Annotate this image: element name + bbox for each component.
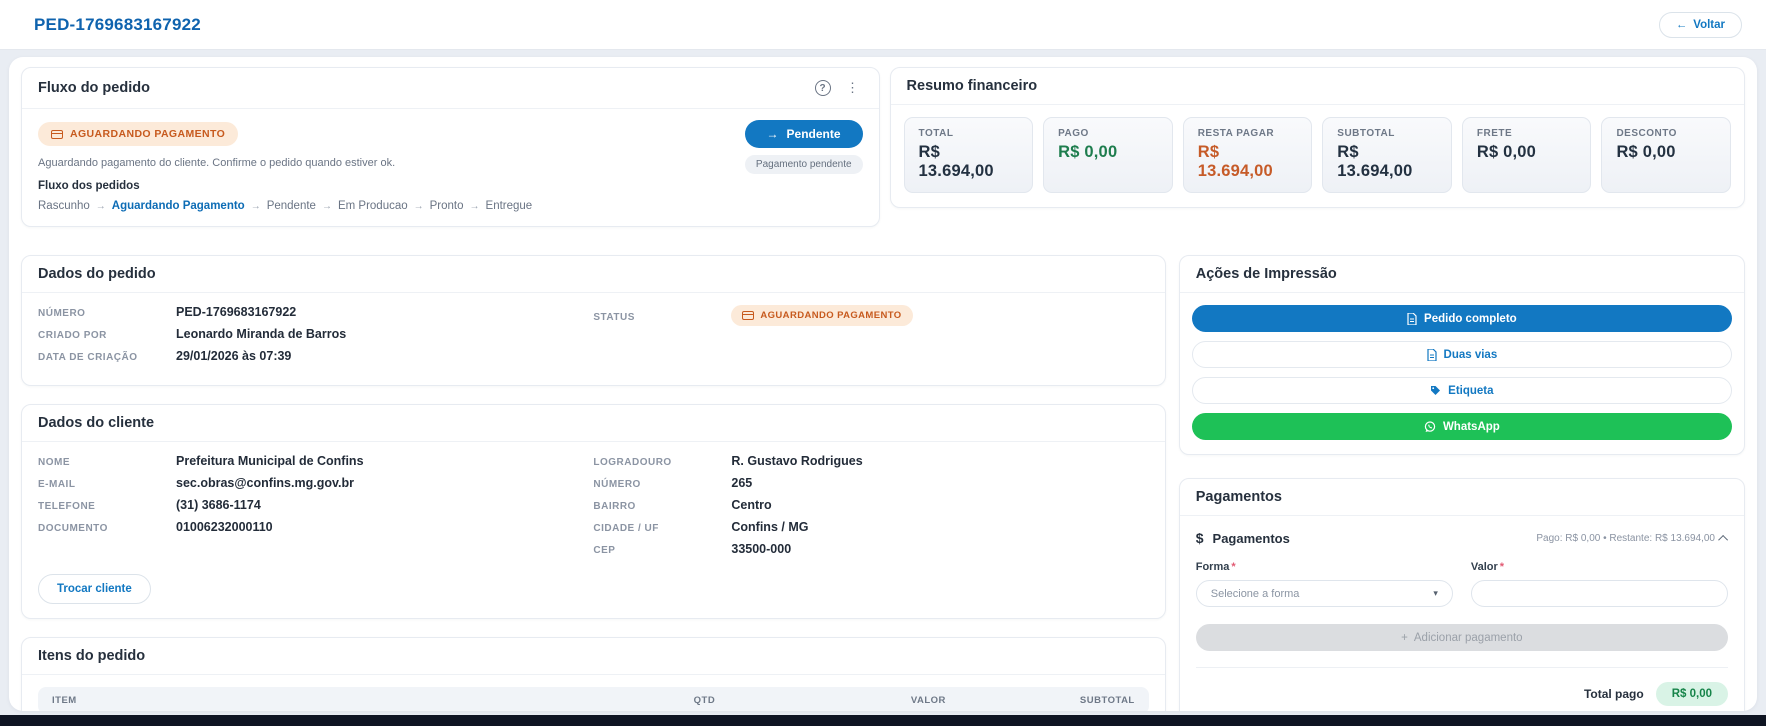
items-table-header: ITEM QTD VALOR SUBTOTAL [38, 687, 1149, 711]
field-cep: CEP 33500-000 [593, 542, 792, 556]
chevron-up-icon[interactable] [1718, 534, 1729, 545]
forma-label: Forma * [1195, 561, 1236, 573]
bottom-strip [0, 715, 1766, 726]
fin-card-total: TOTAL R$ 13.694,00 [903, 117, 1034, 193]
flow-card-title: Fluxo do pedido [38, 80, 150, 96]
payments-card: Pagamentos $ Pagamentos Pago: R$ 0,00 • … [1178, 478, 1745, 711]
client-data-card: Dados do cliente NOME Prefeitura Municip… [21, 404, 1166, 619]
payment-method-select[interactable]: Selecione a forma ▾ [1195, 580, 1453, 607]
print-label-button[interactable]: Etiqueta [1191, 377, 1732, 404]
required-mark: * [1231, 561, 1236, 573]
document-icon [1407, 312, 1417, 325]
plus-icon: + [1401, 631, 1408, 644]
print-full-order-button[interactable]: Pedido completo [1191, 305, 1732, 332]
payments-title: Pagamentos [1195, 489, 1282, 505]
field-cidade-uf: CIDADE / UF Confins / MG [593, 520, 809, 534]
tag-icon [1430, 385, 1441, 396]
field-status: STATUS AGUARDANDO PAGAMENTO [593, 305, 1148, 326]
field-email: E-MAIL sec.obras@confins.mg.gov.br [38, 476, 354, 490]
financial-summary-title: Resumo financeiro [906, 78, 1038, 94]
total-paid-badge: R$ 0,00 [1655, 682, 1728, 706]
status-badge: AGUARDANDO PAGAMENTO [38, 122, 239, 146]
back-button-label: Voltar [1693, 18, 1725, 31]
total-paid-label: Total pago [1583, 687, 1644, 701]
step-arrow-icon: → [250, 200, 261, 212]
order-items-title: Itens do pedido [38, 648, 146, 664]
flow-step: Pronto [429, 200, 464, 212]
dollar-icon: $ [1195, 530, 1204, 546]
main-content: Fluxo do pedido ? ⋮ AGUARDANDO PAGAMENTO… [9, 57, 1757, 711]
field-criado-por: CRIADO POR Leonardo Miranda de Barros [38, 327, 347, 341]
whatsapp-icon [1424, 420, 1436, 433]
field-documento: DOCUMENTO 01006232000110 [38, 520, 273, 534]
change-client-button[interactable]: Trocar cliente [38, 574, 151, 604]
flow-step: Rascunho [38, 200, 90, 212]
divider [1195, 667, 1728, 668]
field-numero-endereco: NÚMERO 265 [593, 476, 753, 490]
step-arrow-icon: → [413, 200, 424, 212]
fin-card-frete: FRETE R$ 0,00 [1461, 117, 1592, 193]
print-actions-card: Ações de Impressão Pedido completo Duas … [1178, 255, 1745, 455]
fin-card-pago: PAGO R$ 0,00 [1043, 117, 1173, 193]
flow-step: Em Producao [337, 200, 408, 212]
add-payment-button[interactable]: + Adicionar pagamento [1195, 624, 1728, 651]
step-arrow-icon: → [469, 200, 480, 212]
fin-card-desconto: DESCONTO R$ 0,00 [1601, 117, 1732, 193]
back-button[interactable]: ← Voltar [1658, 11, 1742, 38]
payment-pending-chip: Pagamento pendente [744, 155, 863, 174]
flow-step-active: Aguardando Pagamento [111, 200, 245, 212]
step-arrow-icon: → [321, 200, 332, 212]
order-data-title: Dados do pedido [38, 266, 156, 282]
order-items-card: Itens do pedido ITEM QTD VALOR SUBTOTAL … [21, 637, 1166, 711]
client-data-title: Dados do cliente [38, 415, 155, 431]
caret-down-icon: ▾ [1433, 588, 1438, 598]
required-mark: * [1499, 561, 1505, 573]
flow-step: Entregue [485, 200, 533, 212]
field-bairro: BAIRRO Centro [593, 498, 772, 512]
field-nome: NOME Prefeitura Municipal de Confins [38, 454, 364, 468]
fin-card-subtotal: SUBTOTAL R$ 13.694,00 [1322, 117, 1452, 193]
valor-label: Valor * [1470, 561, 1505, 573]
help-icon[interactable]: ? [813, 78, 833, 98]
credit-card-icon [742, 311, 755, 320]
field-data-criacao: DATA DE CRIAÇÃO 29/01/2026 às 07:39 [38, 349, 292, 363]
print-two-copies-button[interactable]: Duas vias [1191, 341, 1732, 368]
order-status-badge: AGUARDANDO PAGAMENTO [731, 305, 913, 326]
top-bar: PED-1769683167922 ← Voltar [0, 0, 1766, 50]
forward-arrow-icon: → [766, 127, 779, 141]
financial-summary-card: Resumo financeiro TOTAL R$ 13.694,00 PAG… [889, 67, 1745, 208]
credit-card-icon [51, 129, 63, 139]
fin-card-resta-pagar: RESTA PAGAR R$ 13.694,00 [1182, 117, 1313, 193]
field-telefone: TELEFONE (31) 3686-1174 [38, 498, 261, 512]
back-arrow-icon: ← [1675, 18, 1688, 31]
page-title: PED-1769683167922 [34, 14, 201, 34]
field-numero: NÚMERO PED-1769683167922 [38, 305, 297, 319]
payments-summary: Pago: R$ 0,00 • Restante: R$ 13.694,00 [1536, 533, 1729, 545]
flow-steps-label: Fluxo dos pedidos [38, 180, 140, 192]
advance-status-button[interactable]: → Pendente [744, 120, 863, 148]
flow-description: Aguardando pagamento do cliente. Confirm… [38, 157, 396, 169]
whatsapp-button[interactable]: WhatsApp [1191, 413, 1732, 440]
order-flow-card: Fluxo do pedido ? ⋮ AGUARDANDO PAGAMENTO… [21, 67, 880, 227]
step-arrow-icon: → [95, 200, 106, 212]
field-logradouro: LOGRADOURO R. Gustavo Rodrigues [593, 454, 863, 468]
flow-steps: Rascunho → Aguardando Pagamento → Penden… [38, 200, 863, 212]
payment-value-input[interactable] [1470, 580, 1729, 607]
document-icon [1426, 348, 1437, 361]
flow-step: Pendente [266, 200, 316, 212]
payments-section-title: Pagamentos [1212, 530, 1290, 546]
print-actions-title: Ações de Impressão [1195, 266, 1337, 282]
order-data-card: Dados do pedido NÚMERO PED-1769683167922… [21, 255, 1166, 386]
kebab-menu-icon[interactable]: ⋮ [843, 78, 863, 98]
